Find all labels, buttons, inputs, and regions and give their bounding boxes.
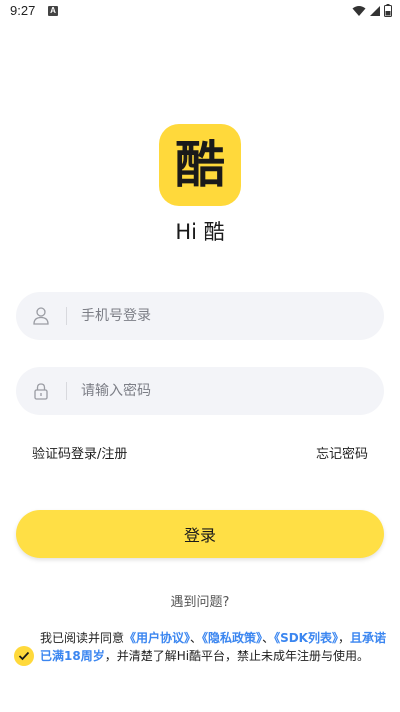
help-link[interactable]: 遇到问题? <box>0 591 400 610</box>
app-logo: 酷 <box>159 124 241 206</box>
password-field[interactable] <box>16 367 384 415</box>
sdk-list-link[interactable]: 《SDK列表》 <box>274 631 338 645</box>
auth-links: 验证码登录/注册 忘记密码 <box>32 443 368 462</box>
agreement-checkbox[interactable] <box>14 646 34 666</box>
battery-icon <box>384 4 392 17</box>
signal-icon <box>370 5 380 16</box>
password-input[interactable] <box>81 383 384 399</box>
check-icon <box>18 651 30 661</box>
wifi-icon <box>352 5 366 16</box>
login-button[interactable]: 登录 <box>16 510 384 558</box>
user-icon <box>16 292 66 340</box>
status-bar: 9:27 A <box>0 0 400 24</box>
agreement-text: 我已阅读并同意《用户协议》、《隐私政策》、《SDK列表》，且承诺已满18周岁，并… <box>40 630 389 666</box>
privacy-policy-link[interactable]: 《隐私政策》 <box>202 631 262 645</box>
notification-icon: A <box>48 6 58 16</box>
agreement-prefix: 我已阅读并同意 <box>40 631 125 645</box>
agreement-sep: 、 <box>190 631 203 645</box>
phone-field[interactable] <box>16 292 384 340</box>
sms-login-link[interactable]: 验证码登录/注册 <box>32 443 127 462</box>
agreement-suffix: ，并清楚了解Hi酷平台，禁止未成年注册与使用。 <box>104 648 370 663</box>
phone-input[interactable] <box>81 308 384 324</box>
status-time: 9:27 <box>10 3 36 18</box>
agreement: 我已阅读并同意《用户协议》、《隐私政策》、《SDK列表》，且承诺已满18周岁，并… <box>14 630 389 666</box>
app-name: Hi 酷 <box>175 220 225 244</box>
forgot-password-link[interactable]: 忘记密码 <box>316 443 368 462</box>
agreement-comma: ， <box>337 631 350 645</box>
logo-glyph: 酷 <box>175 136 225 194</box>
field-divider <box>66 307 67 325</box>
user-agreement-link[interactable]: 《用户协议》 <box>124 631 190 645</box>
field-divider <box>66 382 67 400</box>
lock-icon <box>16 367 66 415</box>
status-icons <box>352 4 392 17</box>
agreement-sep: 、 <box>262 631 275 645</box>
